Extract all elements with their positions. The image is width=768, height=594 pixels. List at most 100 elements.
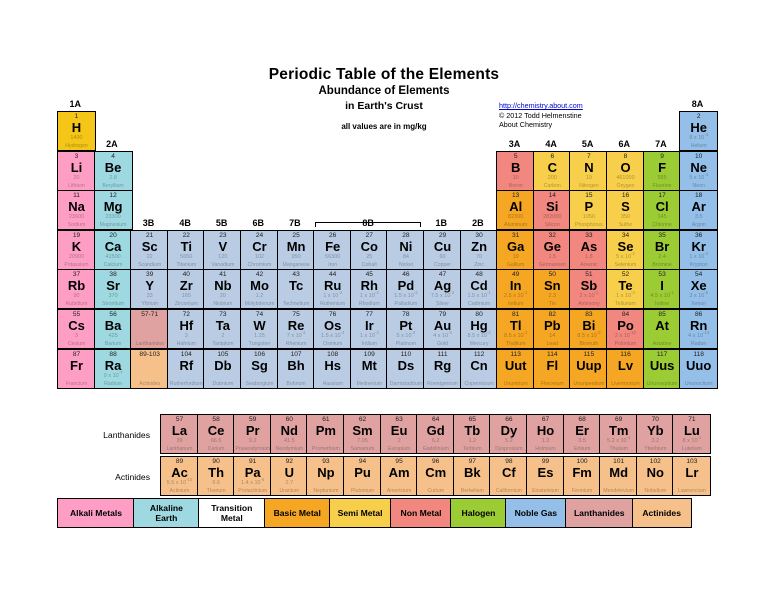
- element-cell-sm[interactable]: 62 Sm 7.05 Samarium: [343, 414, 382, 454]
- element-cell-md[interactable]: 101 Md Mendelevium: [599, 456, 639, 497]
- element-cell-Ge[interactable]: 32 Ge 1.5 Germanium: [532, 229, 572, 270]
- element-cell-Pb[interactable]: 82 Pb 14 Lead: [532, 309, 572, 349]
- element-cell-pr[interactable]: 59 Pr 9.2 Praseodymium: [233, 414, 273, 454]
- element-cell-Mo[interactable]: 42 Mo 1.2 Molybdenum: [240, 269, 279, 310]
- element-cell-Po[interactable]: 84 Po 2 x 10-10 Polonium: [606, 309, 645, 349]
- legend-item-semi-metal[interactable]: Semi Metal: [328, 498, 392, 528]
- element-cell-P[interactable]: 15 P 1050 Phosphorus: [569, 190, 609, 231]
- element-cell-Hg[interactable]: 80 Hg 8.5 x 10-2 Mercury: [459, 309, 499, 349]
- element-cell-am[interactable]: 95 Am Americium: [379, 456, 419, 497]
- element-cell-Ag[interactable]: 47 Ag 7.5 x 10-2 Silver: [423, 269, 462, 310]
- element-cell-He[interactable]: 2 He 8 x 10-3 Helium: [679, 111, 719, 151]
- element-cell-Fr[interactable]: 87 Fr Francium: [57, 348, 96, 389]
- element-cell-Rh[interactable]: 45 Rh 1 x 10-3 Rhodium: [349, 269, 389, 310]
- element-cell-Kr[interactable]: 36 Kr 1 x 10-4 Krypton: [679, 229, 719, 270]
- element-cell-cm[interactable]: 96 Cm Curium: [416, 456, 456, 497]
- element-cell-dy[interactable]: 66 Dy 5.2 Dysprosium: [489, 414, 529, 454]
- element-cell-Ta[interactable]: 73 Ta 2 Tantalum: [203, 309, 243, 349]
- element-cell-Hs[interactable]: 108 Hs Hassium: [313, 348, 353, 389]
- element-cell-Uuo[interactable]: 118 Uuo Ununoctium: [679, 348, 719, 389]
- element-cell-Br[interactable]: 35 Br 2.4 Bromine: [642, 229, 682, 270]
- element-cell-Ni[interactable]: 28 Ni 84 Nickel: [386, 229, 426, 270]
- element-cell-Ga[interactable]: 31 Ga 19 Gallium: [496, 229, 536, 270]
- element-cell-Ra[interactable]: 88 Ra 9 x 10-7 Radium: [93, 348, 133, 389]
- element-cell-K[interactable]: 19 K 20900 Potassium: [57, 229, 96, 270]
- element-cell-Uus[interactable]: 117 Uus Ununseptium: [642, 348, 682, 389]
- element-cell-Ba[interactable]: 56 Ba 425 Barium: [93, 309, 133, 349]
- element-cell-er[interactable]: 68 Er 3.5 Erbium: [562, 414, 602, 454]
- element-cell-Db[interactable]: 105 Db Dubnium: [203, 348, 243, 389]
- element-cell-Rn[interactable]: 86 Rn 4 x 10-13 Radon: [679, 309, 719, 349]
- element-cell-As[interactable]: 33 As 1.8 Arsenic: [569, 229, 609, 270]
- element-cell-Cu[interactable]: 29 Cu 60 Copper: [423, 229, 462, 270]
- element-cell-At[interactable]: 85 At Astatine: [642, 309, 682, 349]
- element-cell-ac[interactable]: 89 Ac 5.5 x 10-10 Actinium: [160, 456, 199, 497]
- element-cell-bk[interactable]: 97 Bk Berkelium: [452, 456, 492, 497]
- element-cell-Al[interactable]: 13 Al 82300 Aluminum: [496, 190, 536, 231]
- element-cell-Uut[interactable]: 113 Uut Ununtrium: [496, 348, 536, 389]
- element-cell-Rb[interactable]: 37 Rb 90 Rubidium: [57, 269, 96, 310]
- element-cell-np[interactable]: 93 Np Neptunium: [306, 456, 346, 497]
- element-cell-Sg[interactable]: 106 Sg Seaborgium: [240, 348, 279, 389]
- element-cell-Rg[interactable]: 111 Rg Roentgenium: [423, 348, 462, 389]
- element-cell-nd[interactable]: 60 Nd 41.5 Neodymium: [269, 414, 309, 454]
- element-cell-Ds[interactable]: 110 Ds Darmstadtium: [386, 348, 426, 389]
- element-cell-Bh[interactable]: 107 Bh Bohrium: [276, 348, 316, 389]
- element-cell-Ti[interactable]: 22 Ti 5650 Titanium: [166, 229, 206, 270]
- element-cell-Sr[interactable]: 38 Sr 370 Strontium: [93, 269, 133, 310]
- element-cell-Be[interactable]: 4 Be 2.8 Beryllium: [93, 150, 133, 191]
- element-cell-fm[interactable]: 100 Fm Fermium: [562, 456, 602, 497]
- element-cell-Sb[interactable]: 51 Sb 2 x 10-1 Antimony: [569, 269, 609, 310]
- element-cell-ho[interactable]: 67 Ho 1.3 Holmium: [526, 414, 565, 454]
- element-cell-Hf[interactable]: 72 Hf 3 Hafnium: [166, 309, 206, 349]
- element-cell-Bi[interactable]: 83 Bi 8.5 x 10-3 Bismuth: [569, 309, 609, 349]
- element-cell-Sc[interactable]: 21 Sc 22 Scandium: [130, 229, 170, 270]
- legend-item-alkaline-earth[interactable]: Alkaline Earth: [133, 498, 200, 528]
- element-cell-gd[interactable]: 64 Gd 6.2 Gadolinium: [416, 414, 456, 454]
- element-cell-V[interactable]: 23 V 120 Vanadium: [203, 229, 243, 270]
- element-cell-lanthanides[interactable]: 57-71 Lanthanides: [130, 309, 170, 349]
- element-cell-W[interactable]: 74 W 1.25 Tungsten: [240, 309, 279, 349]
- element-cell-Tl[interactable]: 81 Tl 8.5 x 10-1 Thallium: [496, 309, 536, 349]
- element-cell-Mn[interactable]: 25 Mn 950 Manganese: [276, 229, 316, 270]
- element-cell-Te[interactable]: 52 Te 1 x 10-3 Tellurium: [606, 269, 645, 310]
- legend-item-alkali-metals[interactable]: Alkali Metals: [57, 498, 135, 528]
- element-cell-Fe[interactable]: 26 Fe 56300 Iron: [313, 229, 353, 270]
- element-cell-Tc[interactable]: 43 Tc Technetium: [276, 269, 316, 310]
- element-cell-Pt[interactable]: 78 Pt 5 x 10-3 Platinum: [386, 309, 426, 349]
- element-cell-lr[interactable]: 103 Lr Lawrencium: [672, 456, 712, 497]
- element-cell-C[interactable]: 6 C 200 Carbon: [532, 150, 572, 191]
- element-cell-Lv[interactable]: 116 Lv Livermorium: [606, 348, 645, 389]
- legend-item-lanthanides[interactable]: Lanthanides: [565, 498, 634, 528]
- element-cell-Si[interactable]: 14 Si 282000 Silicon: [532, 190, 572, 231]
- element-cell-tm[interactable]: 69 Tm 5.2 x 10-1 Thulium: [599, 414, 639, 454]
- element-cell-Cs[interactable]: 55 Cs 3 Cesium: [57, 309, 96, 349]
- element-cell-Co[interactable]: 27 Co 25 Cobalt: [349, 229, 389, 270]
- element-cell-Au[interactable]: 79 Au 4 x 10-3 Gold: [423, 309, 462, 349]
- element-cell-pm[interactable]: 61 Pm Promethium: [306, 414, 346, 454]
- element-cell-Rf[interactable]: 104 Rf Rutherfordium: [166, 348, 206, 389]
- element-cell-la[interactable]: 57 La 39 Lanthanum: [160, 414, 199, 454]
- element-cell-Fl[interactable]: 114 Fl Flerovium: [532, 348, 572, 389]
- element-cell-lu[interactable]: 71 Lu 8 x 10-1 Lutetium: [672, 414, 712, 454]
- element-cell-Xe[interactable]: 54 Xe 3 x 10-5 Xenon: [679, 269, 719, 310]
- legend-item-basic-metal[interactable]: Basic Metal: [264, 498, 331, 528]
- element-cell-th[interactable]: 90 Th 9.6 Thorium: [196, 456, 236, 497]
- element-cell-O[interactable]: 8 O 461000 Oxygen: [606, 150, 645, 191]
- element-cell-In[interactable]: 49 In 2.5 x 10-1 Indium: [496, 269, 536, 310]
- element-cell-Pd[interactable]: 46 Pd 1.5 x 10-2 Palladium: [386, 269, 426, 310]
- element-cell-Os[interactable]: 76 Os 1.5 x 10-3 Osmium: [313, 309, 353, 349]
- element-cell-yb[interactable]: 70 Yb 3.2 Ytterbium: [635, 414, 675, 454]
- element-cell-Re[interactable]: 75 Re 7 x 10-4 Rhenium: [276, 309, 316, 349]
- credit-url-link[interactable]: http://chemistry.about.com: [499, 101, 583, 110]
- legend-item-actinides[interactable]: Actinides: [631, 498, 692, 528]
- element-cell-tb[interactable]: 65 Tb 1.2 Terbium: [452, 414, 492, 454]
- element-cell-Ne[interactable]: 10 Ne 5 x 10-3 Neon: [679, 150, 719, 191]
- element-cell-Ir[interactable]: 77 Ir 1 x 10-3 Iridium: [349, 309, 389, 349]
- element-cell-S[interactable]: 16 S 350 Sulfur: [606, 190, 645, 231]
- element-cell-F[interactable]: 9 F 585 Fluorine: [642, 150, 682, 191]
- element-cell-B[interactable]: 5 B 10 Boron: [496, 150, 536, 191]
- element-cell-Ru[interactable]: 44 Ru 1 x 10-3 Ruthenium: [313, 269, 353, 310]
- element-cell-actinides[interactable]: 89-103 Actinides: [130, 348, 170, 389]
- element-cell-Nb[interactable]: 41 Nb 20 Niobium: [203, 269, 243, 310]
